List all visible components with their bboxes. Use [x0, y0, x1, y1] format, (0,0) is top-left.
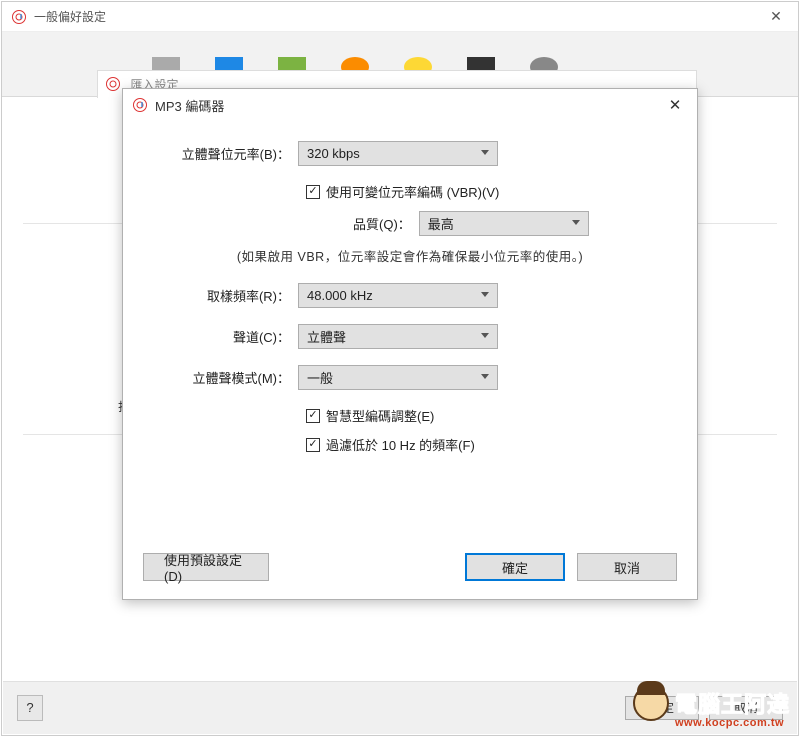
- smart-row: 智慧型編碼調整(E): [153, 406, 667, 425]
- vbr-label: 使用可變位元率編碼 (VBR)(V): [326, 182, 499, 201]
- stereomode-row: 立體聲模式(M)： 一般: [153, 365, 667, 390]
- quality-dropdown[interactable]: 最高: [419, 211, 589, 236]
- modal-title: MP3 編碼器: [155, 96, 663, 115]
- parent-ok-button[interactable]: 確定: [625, 696, 699, 720]
- ok-button[interactable]: 確定: [465, 553, 565, 581]
- quality-row: 品質(Q)： 最高: [153, 211, 667, 236]
- samplerate-row: 取樣頻率(R)： 48.000 kHz: [153, 283, 667, 308]
- modal-body: 立體聲位元率(B)： 320 kbps 使用可變位元率編碼 (VBR)(V) 品…: [123, 121, 697, 454]
- vbr-checkbox[interactable]: [306, 185, 320, 199]
- channel-dropdown[interactable]: 立體聲: [298, 324, 498, 349]
- vbr-note: (如果啟用 VBR，位元率設定會作為確保最小位元率的使用。): [153, 246, 667, 265]
- chevron-down-icon: [481, 150, 489, 155]
- parent-title: 一般偏好設定: [34, 8, 764, 25]
- modal-titlebar: MP3 編碼器 ✕: [123, 89, 697, 121]
- mp3-encoder-dialog: MP3 編碼器 ✕ 立體聲位元率(B)： 320 kbps 使用可變位元率編碼 …: [122, 88, 698, 600]
- filter10hz-label: 過濾低於 10 Hz 的頻率(F): [326, 435, 475, 454]
- modal-close-icon[interactable]: ✕: [663, 96, 687, 114]
- chevron-down-icon: [481, 333, 489, 338]
- parent-titlebar: 一般偏好設定 ✕: [2, 2, 798, 32]
- filter10hz-row: 過濾低於 10 Hz 的頻率(F): [153, 435, 667, 454]
- itunes-icon: [12, 10, 26, 24]
- stereomode-value: 一般: [307, 368, 333, 387]
- bitrate-value: 320 kbps: [307, 146, 360, 161]
- channel-row: 聲道(C)： 立體聲: [153, 324, 667, 349]
- channel-label: 聲道(C)：: [153, 327, 298, 346]
- stereomode-dropdown[interactable]: 一般: [298, 365, 498, 390]
- bitrate-dropdown[interactable]: 320 kbps: [298, 141, 498, 166]
- modal-footer: 使用預設設定(D) 確定 取消: [143, 553, 677, 581]
- cancel-button[interactable]: 取消: [577, 553, 677, 581]
- itunes-icon: [133, 98, 147, 112]
- use-defaults-button[interactable]: 使用預設設定(D): [143, 553, 269, 581]
- filter10hz-checkbox[interactable]: [306, 438, 320, 452]
- quality-value: 最高: [428, 214, 454, 233]
- itunes-icon-small: [106, 77, 120, 91]
- channel-value: 立體聲: [307, 327, 346, 346]
- chevron-down-icon: [481, 374, 489, 379]
- chevron-down-icon: [481, 292, 489, 297]
- parent-close-icon[interactable]: ✕: [764, 8, 788, 25]
- bitrate-label: 立體聲位元率(B)：: [153, 144, 298, 163]
- smart-label: 智慧型編碼調整(E): [326, 406, 434, 425]
- stereomode-label: 立體聲模式(M)：: [153, 368, 298, 387]
- parent-cancel-button[interactable]: 取消: [709, 696, 783, 720]
- samplerate-label: 取樣頻率(R)：: [153, 286, 298, 305]
- chevron-down-icon: [572, 220, 580, 225]
- bitrate-row: 立體聲位元率(B)： 320 kbps: [153, 141, 667, 166]
- smart-checkbox[interactable]: [306, 409, 320, 423]
- help-button[interactable]: ?: [17, 695, 43, 721]
- samplerate-value: 48.000 kHz: [307, 288, 373, 303]
- quality-label: 品質(Q)：: [353, 214, 419, 233]
- parent-footer: ? 確定 取消: [3, 681, 797, 734]
- samplerate-dropdown[interactable]: 48.000 kHz: [298, 283, 498, 308]
- vbr-row: 使用可變位元率編碼 (VBR)(V): [153, 182, 667, 201]
